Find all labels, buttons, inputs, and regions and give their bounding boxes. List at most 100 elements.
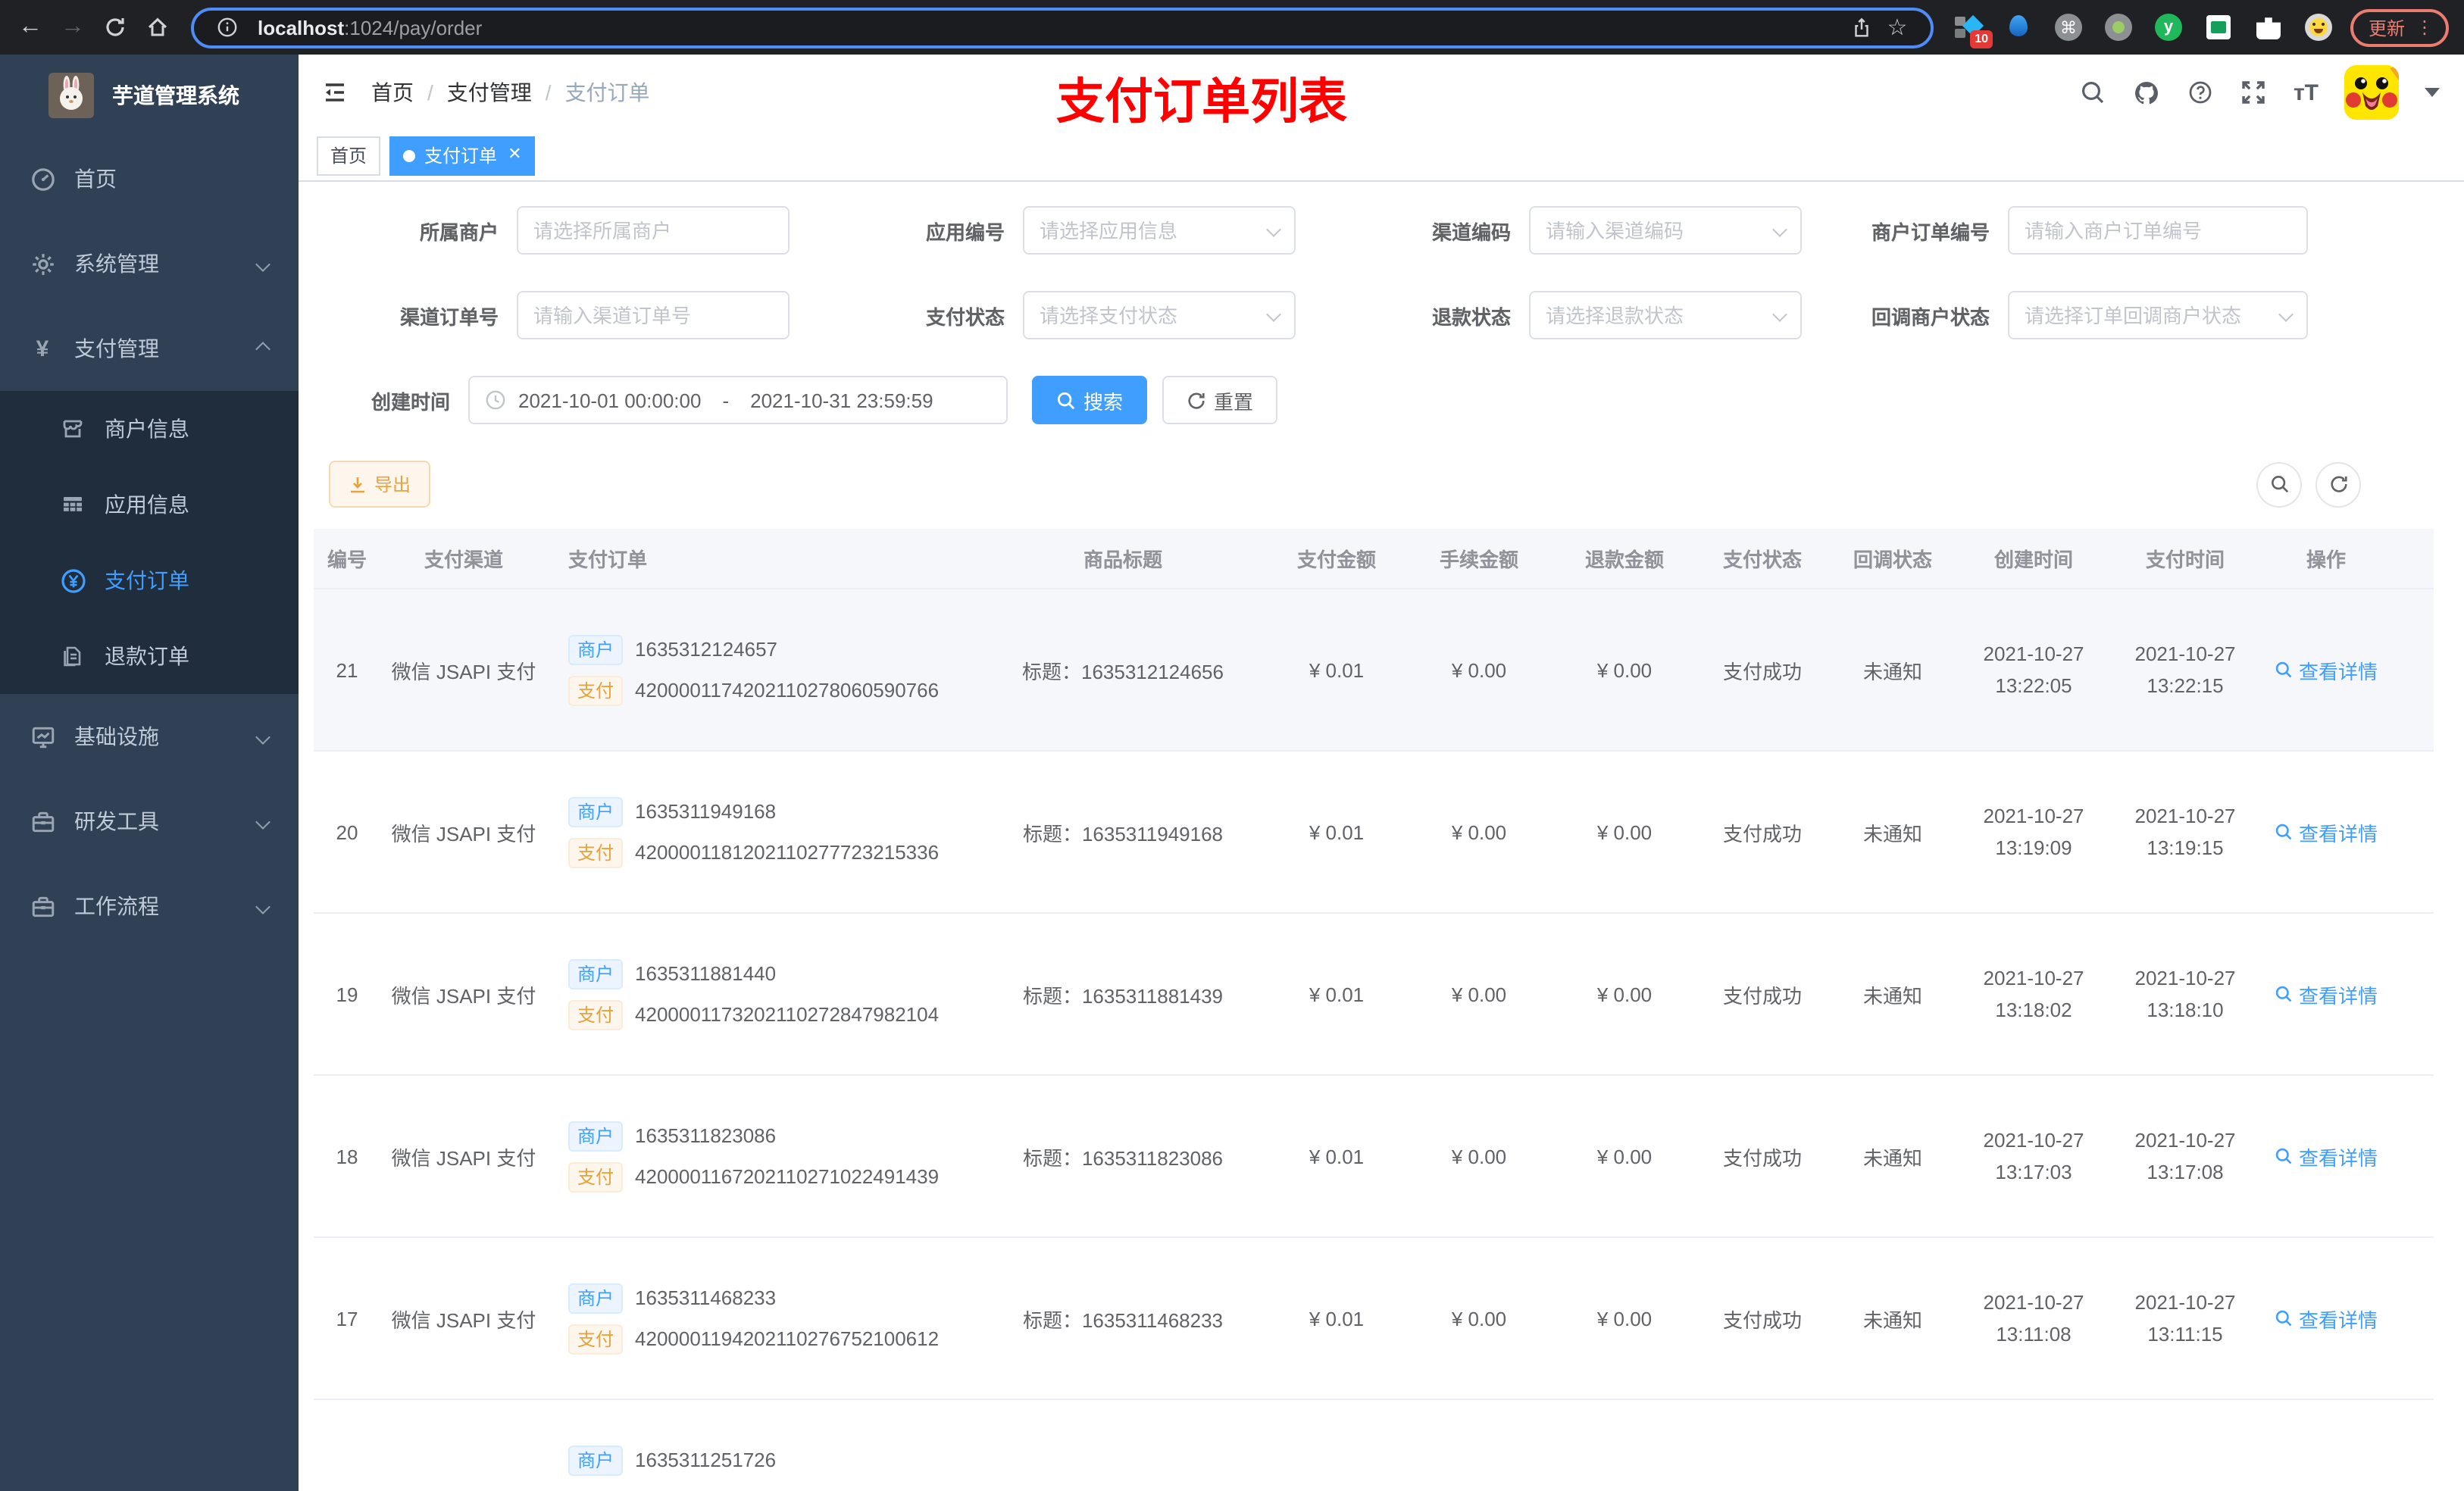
table-row[interactable]: 18 微信 JSAPI 支付 商户 1635311823086 支付 42000… bbox=[314, 1076, 2434, 1238]
pay-tag: 支付 bbox=[568, 837, 624, 867]
cell-status: 支付成功 bbox=[1722, 1308, 1802, 1331]
notify-status-select[interactable] bbox=[2008, 291, 2308, 339]
extension-record-icon[interactable] bbox=[2105, 14, 2132, 41]
bookmark-star-icon[interactable]: ☆ bbox=[1879, 14, 1915, 41]
merchant-order-no-input[interactable] bbox=[2008, 206, 2308, 255]
reset-button[interactable]: 重置 bbox=[1162, 376, 1278, 424]
cell-status: 支付成功 bbox=[1722, 1146, 1802, 1169]
pay-tag: 支付 bbox=[568, 1324, 624, 1354]
sidebar-item-home[interactable]: 首页 bbox=[0, 136, 299, 221]
view-detail-link[interactable]: 查看详情 bbox=[2275, 1304, 2378, 1333]
yen-icon: ¥ bbox=[36, 336, 49, 361]
fullscreen-icon[interactable] bbox=[2240, 79, 2268, 106]
briefcase-icon bbox=[27, 893, 58, 919]
share-icon[interactable] bbox=[1843, 16, 1879, 39]
col-notify: 回调状态 bbox=[1853, 549, 1932, 571]
sidebar-item-merchant-info[interactable]: 商户信息 bbox=[0, 391, 299, 467]
user-avatar[interactable] bbox=[2344, 65, 2399, 120]
search-icon[interactable] bbox=[2080, 79, 2107, 106]
tab-pay-order[interactable]: 支付订单 ✕ bbox=[389, 136, 536, 175]
cell-id: 19 bbox=[336, 983, 358, 1005]
channel-order-no-input[interactable] bbox=[517, 291, 790, 339]
merchant-order-no: 1635311468233 bbox=[635, 1286, 777, 1309]
sidebar-item-dev-tools[interactable]: 研发工具 bbox=[0, 779, 299, 864]
home-icon[interactable] bbox=[136, 6, 179, 48]
cell-fee: ¥ 0.00 bbox=[1451, 821, 1507, 843]
navbar: 首页 / 支付管理 / 支付订单 支付订单列表 ᴛT bbox=[299, 55, 2464, 130]
extension-balloon-icon[interactable] bbox=[2005, 14, 2032, 41]
sidebar-logo-row: 芋道管理系统 bbox=[0, 55, 299, 136]
pay-status-select[interactable] bbox=[1023, 291, 1296, 339]
search-button[interactable]: 搜索 bbox=[1032, 376, 1148, 424]
channel-code-select[interactable] bbox=[1529, 206, 1802, 255]
cell-id: 18 bbox=[336, 1145, 358, 1167]
app-id-select[interactable] bbox=[1023, 206, 1296, 255]
browser-update-button[interactable]: 更新 ⋮ bbox=[2350, 8, 2450, 46]
cell-refund: ¥ 0.00 bbox=[1596, 1145, 1653, 1167]
export-button[interactable]: 导出 bbox=[329, 461, 431, 508]
extension-chat-icon[interactable] bbox=[2205, 14, 2232, 41]
table-row[interactable]: 19 微信 JSAPI 支付 商户 1635311881440 支付 42000… bbox=[314, 914, 2434, 1076]
date-start: 2021-10-01 00:00:00 bbox=[518, 389, 702, 411]
refund-status-select[interactable] bbox=[1529, 291, 1802, 339]
breadcrumb-home[interactable]: 首页 bbox=[371, 77, 414, 108]
url-text: localhost:1024/pay/order bbox=[258, 16, 483, 39]
cell-create-time: 2021-10-27 13:11:08 bbox=[1983, 1290, 2084, 1346]
table-row[interactable]: 20 微信 JSAPI 支付 商户 1635311949168 支付 42000… bbox=[314, 752, 2434, 914]
breadcrumb-payment[interactable]: 支付管理 bbox=[447, 77, 532, 108]
site-info-icon[interactable] bbox=[209, 17, 245, 38]
refresh-icon bbox=[2330, 476, 2347, 492]
sidebar-item-pay-order[interactable]: 支付订单 bbox=[0, 542, 299, 618]
sidebar-item-workflow[interactable]: 工作流程 bbox=[0, 864, 299, 949]
font-size-icon[interactable]: ᴛT bbox=[2294, 80, 2319, 105]
merchant-input[interactable] bbox=[517, 206, 790, 255]
cell-id: 20 bbox=[336, 821, 358, 843]
help-icon[interactable] bbox=[2187, 79, 2215, 106]
sidebar: 芋道管理系统 首页 系统管理 ¥ 支付管理 商户信息 应用信息 支付订单 退款订… bbox=[0, 55, 299, 1491]
view-detail-link[interactable]: 查看详情 bbox=[2275, 1142, 2378, 1171]
cell-notify: 未通知 bbox=[1862, 1308, 1922, 1331]
table-row[interactable]: 21 微信 JSAPI 支付 商户 1635312124657 支付 42000… bbox=[314, 589, 2434, 752]
cell-actions bbox=[2261, 1469, 2391, 1491]
table-row[interactable]: 17 微信 JSAPI 支付 商户 1635311468233 支付 42000… bbox=[314, 1238, 2434, 1400]
forward-icon[interactable]: → bbox=[52, 6, 94, 48]
avatar-caret-icon[interactable] bbox=[2425, 88, 2440, 97]
extension-puzzle-icon[interactable] bbox=[2255, 14, 2282, 41]
col-pay-time: 支付时间 bbox=[2145, 549, 2225, 571]
pay-order-no: 4200001174202110278060590766 bbox=[635, 679, 940, 702]
back-icon[interactable]: ← bbox=[9, 6, 52, 48]
sidebar-item-system[interactable]: 系统管理 bbox=[0, 221, 299, 306]
sidebar-item-infrastructure[interactable]: 基础设施 bbox=[0, 694, 299, 779]
col-refund: 退款金额 bbox=[1584, 549, 1664, 571]
chevron-down-icon bbox=[255, 729, 270, 744]
address-bar[interactable]: localhost:1024/pay/order ☆ bbox=[191, 7, 1934, 48]
github-icon[interactable] bbox=[2133, 78, 2162, 107]
reload-icon[interactable] bbox=[94, 6, 136, 48]
view-detail-link[interactable]: 查看详情 bbox=[2275, 655, 2378, 684]
search-icon bbox=[2275, 986, 2292, 1002]
col-status: 支付状态 bbox=[1722, 549, 1802, 571]
pay-order-no: 4200001173202110272847982104 bbox=[635, 1003, 940, 1026]
search-icon bbox=[2275, 824, 2292, 840]
extension-emoji-icon[interactable] bbox=[2305, 14, 2332, 41]
toggle-search-button[interactable] bbox=[2256, 461, 2302, 507]
close-icon[interactable]: ✕ bbox=[508, 146, 521, 164]
refresh-table-button[interactable] bbox=[2315, 461, 2361, 507]
extension-y-icon[interactable]: y bbox=[2155, 14, 2182, 41]
view-detail-link[interactable]: 查看详情 bbox=[2275, 817, 2378, 846]
date-range-input[interactable]: 2021-10-01 00:00:00 - 2021-10-31 23:59:5… bbox=[468, 376, 1008, 424]
extension-tasks-icon[interactable]: 10 bbox=[1955, 14, 1993, 48]
view-detail-link[interactable]: 查看详情 bbox=[2275, 980, 2378, 1008]
merchant-tag: 商户 bbox=[568, 1283, 624, 1313]
sidebar-item-payment[interactable]: ¥ 支付管理 bbox=[0, 306, 299, 391]
tab-home[interactable]: 首页 bbox=[317, 136, 381, 175]
extension-command-icon[interactable]: ⌘ bbox=[2055, 14, 2082, 41]
cell-channel: 微信 JSAPI 支付 bbox=[391, 1146, 536, 1169]
sidebar-item-refund-order[interactable]: 退款订单 bbox=[0, 618, 299, 694]
browser-menu-dots-icon[interactable]: ⋮ bbox=[2416, 18, 2434, 36]
cell-fee: ¥ 0.00 bbox=[1451, 983, 1507, 1005]
chevron-down-icon bbox=[255, 899, 270, 914]
sidebar-item-app-info[interactable]: 应用信息 bbox=[0, 467, 299, 542]
sidebar-collapse-icon[interactable] bbox=[311, 68, 359, 117]
table-row[interactable]: 商户 1635311251726 支付 bbox=[314, 1400, 2434, 1491]
